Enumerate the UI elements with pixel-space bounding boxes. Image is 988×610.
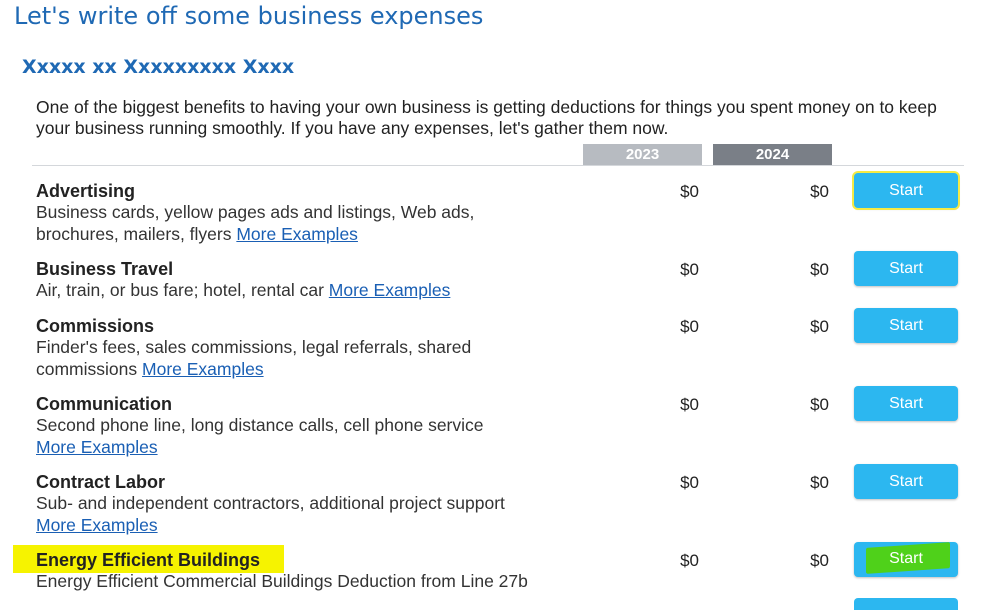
start-button[interactable] [854, 598, 958, 610]
expense-title: Contract Labor [36, 472, 166, 492]
amount-2023: $0 [680, 551, 699, 570]
page-title: Let's write off some business expenses [14, 2, 484, 30]
start-button[interactable]: Start [854, 173, 958, 208]
start-button[interactable]: Start [854, 308, 958, 343]
expense-title: Communication [36, 394, 173, 414]
column-header-2024: 2024 [713, 144, 832, 165]
expense-description: Business cards, yellow pages ads and lis… [36, 202, 536, 245]
amount-2024: $0 [810, 182, 829, 201]
expense-description: Finder's fees, sales commissions, legal … [36, 337, 536, 380]
header-divider [32, 165, 964, 166]
amount-2024: $0 [810, 260, 829, 279]
expense-description-text: Sub- and independent contractors, additi… [36, 493, 505, 513]
amount-2024: $0 [810, 551, 829, 570]
expense-description-text: Second phone line, long distance calls, … [36, 415, 484, 435]
amount-2023: $0 [680, 182, 699, 201]
amount-2024: $0 [810, 395, 829, 414]
intro-text: One of the biggest benefits to having yo… [36, 97, 937, 138]
amount-2024: $0 [810, 317, 829, 336]
more-examples-link[interactable]: More Examples [36, 437, 158, 457]
expense-description: Sub- and independent contractors, additi… [36, 493, 536, 536]
amount-2023: $0 [680, 317, 699, 336]
start-button[interactable]: Start [854, 386, 958, 421]
amount-2023: $0 [680, 395, 699, 414]
column-header-2023: 2023 [583, 144, 702, 165]
start-button[interactable]: Start [854, 464, 958, 499]
amount-2023: $0 [680, 260, 699, 279]
expense-description: Air, train, or bus fare; hotel, rental c… [36, 280, 536, 302]
expense-title: Advertising [36, 181, 136, 201]
expense-title: Business Travel [36, 259, 174, 279]
expense-title: Energy Efficient Buildings [36, 550, 261, 570]
expense-description: Second phone line, long distance calls, … [36, 415, 536, 458]
expense-description: Energy Efficient Commercial Buildings De… [36, 571, 596, 593]
amount-2024: $0 [810, 473, 829, 492]
expense-description-text: Energy Efficient Commercial Buildings De… [36, 571, 528, 591]
section-subtitle: Xxxxx xx Xxxxxxxxx Xxxx [22, 56, 295, 78]
start-button[interactable]: Start [854, 251, 958, 286]
more-examples-link[interactable]: More Examples [329, 280, 451, 300]
more-examples-link[interactable]: More Examples [36, 515, 158, 535]
expense-description-text: Air, train, or bus fare; hotel, rental c… [36, 280, 324, 300]
expense-title: Commissions [36, 316, 155, 336]
more-examples-link[interactable]: More Examples [142, 359, 264, 379]
amount-2023: $0 [680, 473, 699, 492]
more-examples-link[interactable]: More Examples [236, 224, 358, 244]
